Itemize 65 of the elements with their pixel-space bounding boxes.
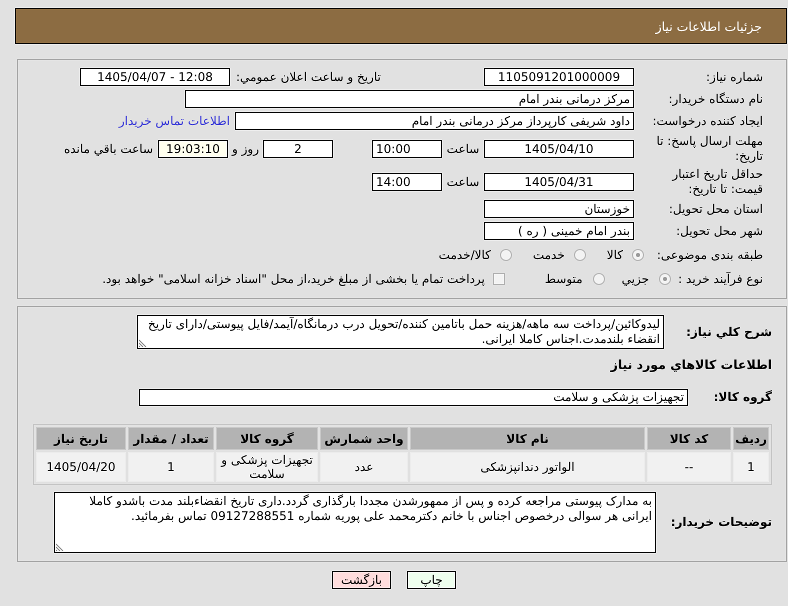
column-header: کد کالا: [647, 427, 731, 450]
radio-button[interactable]: [659, 273, 671, 285]
remaining-time-label: ساعت باقي مانده: [64, 142, 153, 156]
option-label: متوسط: [544, 272, 583, 286]
field-label: مهلت ارسال پاسخ: تا تاریخ:: [655, 134, 763, 164]
page-title: جزئیات اطلاعات نیاز: [656, 18, 762, 34]
time-label: ساعت: [446, 142, 480, 156]
field-label: شرح کلي نیاز:: [686, 324, 772, 340]
field-label: استان محل تحویل:: [668, 202, 763, 216]
field-label: ایجاد کننده درخواست:: [652, 114, 763, 128]
remaining-time-field: 19:03:10: [158, 140, 228, 158]
resize-grip-icon[interactable]: [56, 543, 64, 551]
table-cell: --: [647, 452, 731, 482]
table-cell: 1405/04/20: [36, 452, 126, 482]
days-field[interactable]: 2: [263, 140, 333, 158]
requester-field[interactable]: داود شریفی کارپرداز مرکز درمانی بندر امام: [235, 112, 634, 130]
time-label: ساعت: [446, 174, 480, 190]
column-header: واحد شمارش: [320, 427, 408, 450]
table-cell: الواتور دندانپزشکی: [410, 452, 645, 482]
field-label: شماره نیاز:: [706, 70, 763, 84]
print-button[interactable]: چاپ: [407, 571, 456, 589]
column-header: نام کالا: [410, 427, 645, 450]
section-title: اطلاعات کالاهاي مورد نیاز: [610, 357, 772, 372]
radio-button[interactable]: [592, 273, 605, 285]
checkbox[interactable]: [492, 273, 505, 285]
field-label: نام دستگاه خریدار:: [668, 92, 763, 106]
goods-group-field[interactable]: تجهیزات پزشکی و سلامت: [139, 389, 688, 406]
column-header: تاریخ نیاز: [36, 427, 126, 450]
option-label: کالا: [606, 248, 623, 262]
date-field[interactable]: 1405/04/10: [484, 140, 634, 158]
radio-button[interactable]: [500, 249, 512, 261]
column-header: تعداد / مقدار: [128, 427, 214, 450]
field-label: نوع فرآیند خرید :: [678, 272, 763, 286]
field-label: شهر محل تحویل:: [676, 224, 763, 238]
field-label: توضیحات خریدار:: [670, 515, 772, 530]
table-cell: 1: [128, 452, 214, 482]
resize-grip-icon[interactable]: [139, 339, 147, 347]
radio-button[interactable]: [574, 249, 586, 261]
field-label: گروه کالا:: [714, 390, 772, 405]
city-field[interactable]: بندر امام خمینی ( ره ): [484, 222, 634, 240]
buyer-notes-field[interactable]: به مدارک پیوستی مراجعه کرده و پس از ممهورشدن مجددا بارگذاری گردد.داری تاریخ انقضاءبلند مدت باشدو کاملا ایرانی هر سوالی درخصوص اجناس با خانم دکترمحمد علی پوریه شماره 09127288551 تماس بفرمائید.: [54, 492, 656, 553]
option-label: خدمت: [532, 248, 565, 262]
need-number-field[interactable]: 1105091201000009: [484, 68, 634, 86]
radio-button[interactable]: [632, 249, 644, 261]
table-cell: عدد: [320, 452, 408, 482]
description-field[interactable]: لیدوکائین/پرداخت سه ماهه/هزینه حمل باتامین کننده/تحویل درب درمانگاه/آیمد/فایل پیوستی/دارای تاریخ انقضاء بلندمدت.اجناس کاملا ایرانی.: [137, 315, 664, 349]
time-field[interactable]: 10:00: [372, 140, 442, 158]
checkbox-label: پرداخت تمام یا بخشی از مبلغ خرید،از محل "اسناد خزانه اسلامی" خواهد بود.: [102, 272, 485, 286]
field-label: تاریخ و ساعت اعلان عمومي:: [236, 70, 381, 84]
table-cell: 1: [733, 452, 769, 482]
time-field[interactable]: 14:00: [372, 173, 442, 191]
back-button[interactable]: بازگشت: [332, 571, 391, 589]
field-label: طبقه بندی موضوعی:: [656, 248, 763, 262]
column-header: گروه کالا: [216, 427, 318, 450]
option-label: کالا/خدمت: [438, 248, 491, 262]
option-label: جزيي: [622, 272, 649, 286]
field-label: حداقل تاریخ اعتبار قیمت: تا تاریخ:: [670, 167, 763, 197]
contact-link[interactable]: اطلاعات تماس خریدار: [118, 114, 230, 128]
date-field[interactable]: 1405/04/31: [484, 173, 634, 191]
province-field[interactable]: خوزستان: [484, 200, 634, 218]
buyer-name-field[interactable]: مرکز درمانی بندر امام: [185, 90, 634, 108]
column-header: ردیف: [733, 427, 769, 450]
table-cell: تجهیزات پزشکی و سلامت: [216, 452, 318, 482]
days-label: روز و: [232, 142, 259, 156]
announcement-date-field[interactable]: 1405/04/07 - 12:08: [80, 68, 230, 86]
